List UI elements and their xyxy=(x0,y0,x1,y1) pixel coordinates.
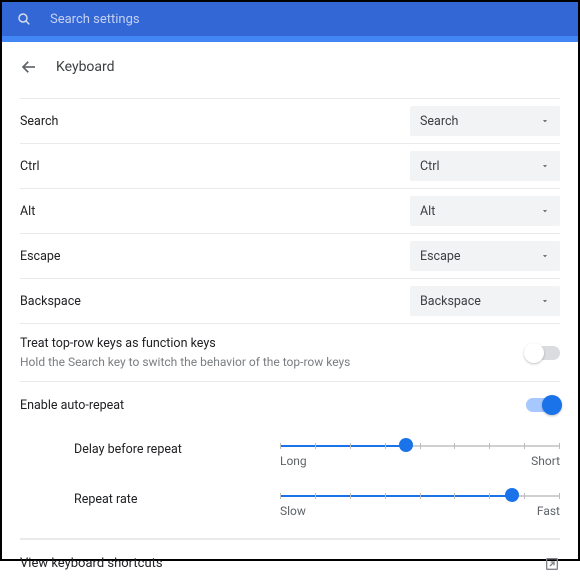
dropdown-value: Search xyxy=(420,114,458,129)
chevron-down-icon xyxy=(540,161,550,171)
search-icon xyxy=(16,11,32,27)
page-title: Keyboard xyxy=(56,59,115,75)
view-keyboard-shortcuts[interactable]: View keyboard shortcuts xyxy=(20,539,560,587)
slider-thumb[interactable] xyxy=(399,438,413,452)
key-dropdown-search[interactable]: Search xyxy=(410,106,560,136)
delay-label: Delay before repeat xyxy=(20,438,280,457)
search-input[interactable] xyxy=(50,12,564,27)
dropdown-value: Backspace xyxy=(420,294,481,309)
toprow-label: Treat top-row keys as function keys xyxy=(20,336,350,351)
slider-thumb[interactable] xyxy=(505,488,519,502)
rate-right-label: Fast xyxy=(537,504,560,518)
key-label: Backspace xyxy=(20,294,81,309)
row-auto-repeat: Enable auto-repeat xyxy=(20,382,560,428)
key-label: Alt xyxy=(20,204,35,219)
row-key-escape: Escape Escape xyxy=(20,234,560,279)
key-dropdown-backspace[interactable]: Backspace xyxy=(410,286,560,316)
row-key-ctrl: Ctrl Ctrl xyxy=(20,144,560,189)
row-delay-before-repeat: Delay before repeat Long Short xyxy=(20,428,560,478)
footer-label: View keyboard shortcuts xyxy=(20,556,163,571)
chevron-down-icon xyxy=(540,251,550,261)
delay-left-label: Long xyxy=(280,454,307,468)
toprow-toggle[interactable] xyxy=(526,346,560,360)
chevron-down-icon xyxy=(540,296,550,306)
autorepeat-label: Enable auto-repeat xyxy=(20,398,124,413)
delay-slider[interactable] xyxy=(280,444,560,448)
row-key-backspace: Backspace Backspace xyxy=(20,279,560,324)
rate-left-label: Slow xyxy=(280,504,306,518)
back-arrow-icon[interactable] xyxy=(20,58,38,76)
page-header: Keyboard xyxy=(2,42,578,98)
open-external-icon xyxy=(544,556,560,572)
rate-label: Repeat rate xyxy=(20,488,280,507)
settings-search-bar xyxy=(2,2,578,36)
delay-right-label: Short xyxy=(531,454,560,468)
dropdown-value: Escape xyxy=(420,249,461,264)
key-dropdown-ctrl[interactable]: Ctrl xyxy=(410,151,560,181)
row-repeat-rate: Repeat rate Slow Fast xyxy=(20,478,560,528)
row-treat-top-row: Treat top-row keys as function keys Hold… xyxy=(20,324,560,382)
autorepeat-sliders: Delay before repeat Long Short Repeat ra… xyxy=(20,428,560,539)
rate-slider[interactable] xyxy=(280,494,560,498)
chevron-down-icon xyxy=(540,116,550,126)
chevron-down-icon xyxy=(540,206,550,216)
settings-content: Search Search Ctrl Ctrl Alt Alt Escape Escape Ba… xyxy=(2,98,578,587)
dropdown-value: Alt xyxy=(420,204,435,219)
key-dropdown-alt[interactable]: Alt xyxy=(410,196,560,226)
autorepeat-toggle[interactable] xyxy=(526,398,560,412)
row-key-alt: Alt Alt xyxy=(20,189,560,234)
dropdown-value: Ctrl xyxy=(420,159,440,174)
row-key-search: Search Search xyxy=(20,98,560,144)
key-label: Escape xyxy=(20,249,61,264)
toggle-knob xyxy=(524,343,544,363)
toprow-sublabel: Hold the Search key to switch the behavi… xyxy=(20,355,350,369)
toggle-knob xyxy=(542,395,562,415)
key-dropdown-escape[interactable]: Escape xyxy=(410,241,560,271)
key-label: Ctrl xyxy=(20,159,40,174)
key-label: Search xyxy=(20,114,58,129)
